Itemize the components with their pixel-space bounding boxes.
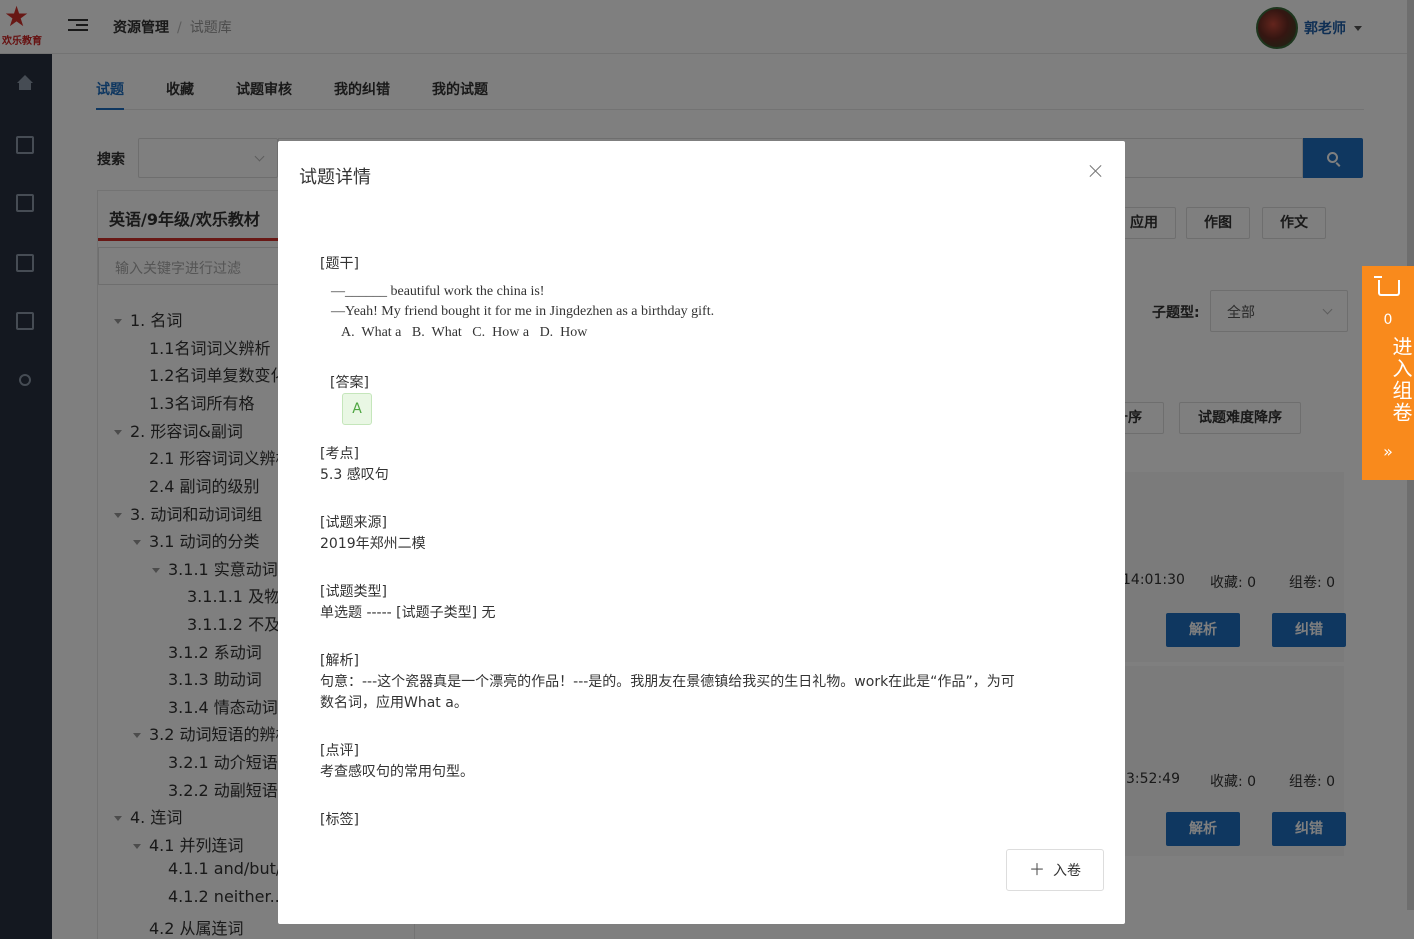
- double-chevron-right-icon: »: [1383, 442, 1393, 461]
- point-text: 5.3 感叹句: [320, 467, 389, 483]
- add-to-paper-label: 入卷: [1053, 863, 1081, 879]
- plus-icon: ＋: [1028, 860, 1045, 879]
- stem-line: —Yeah! My friend bought it for me in Jin…: [331, 304, 715, 319]
- cart-label: 进入组卷: [1389, 336, 1413, 424]
- type-text: 单选题 ----- [试题子类型] 无: [320, 605, 496, 621]
- close-icon[interactable]: [1088, 163, 1104, 179]
- analysis-text: 句意：---这个瓷器真是一个漂亮的作品！---是的。我朋友在景德镇给我买的生日礼…: [320, 674, 1015, 690]
- point-heading: [考点]: [320, 446, 359, 462]
- stem-line: —______ beautiful work the china is!: [331, 284, 545, 299]
- analysis-heading: [解析]: [320, 653, 359, 669]
- analysis-text: 数名词，应用What a。: [320, 695, 468, 711]
- cart-count: 0: [1383, 312, 1393, 328]
- stem-heading: [题干]: [320, 256, 359, 272]
- answer-badge: A: [342, 393, 372, 425]
- add-to-paper-button[interactable]: ＋ 入卷: [1006, 849, 1104, 891]
- cart-icon: [1374, 276, 1400, 296]
- source-heading: [试题来源]: [320, 515, 387, 531]
- paper-cart[interactable]: 0 进入组卷 »: [1362, 266, 1414, 480]
- source-text: 2019年郑州二模: [320, 536, 426, 552]
- stem-options: A. What a B. What C. How a D. How: [341, 325, 588, 340]
- comment-heading: [点评]: [320, 743, 359, 759]
- type-heading: [试题类型]: [320, 584, 387, 600]
- comment-text: 考查感叹句的常用句型。: [320, 764, 474, 780]
- answer-heading: [答案]: [330, 375, 369, 391]
- modal-title: 试题详情: [299, 167, 371, 188]
- question-detail-modal: 试题详情 [题干] —______ beautiful work the chi…: [278, 141, 1125, 924]
- tag-heading: [标签]: [320, 812, 359, 828]
